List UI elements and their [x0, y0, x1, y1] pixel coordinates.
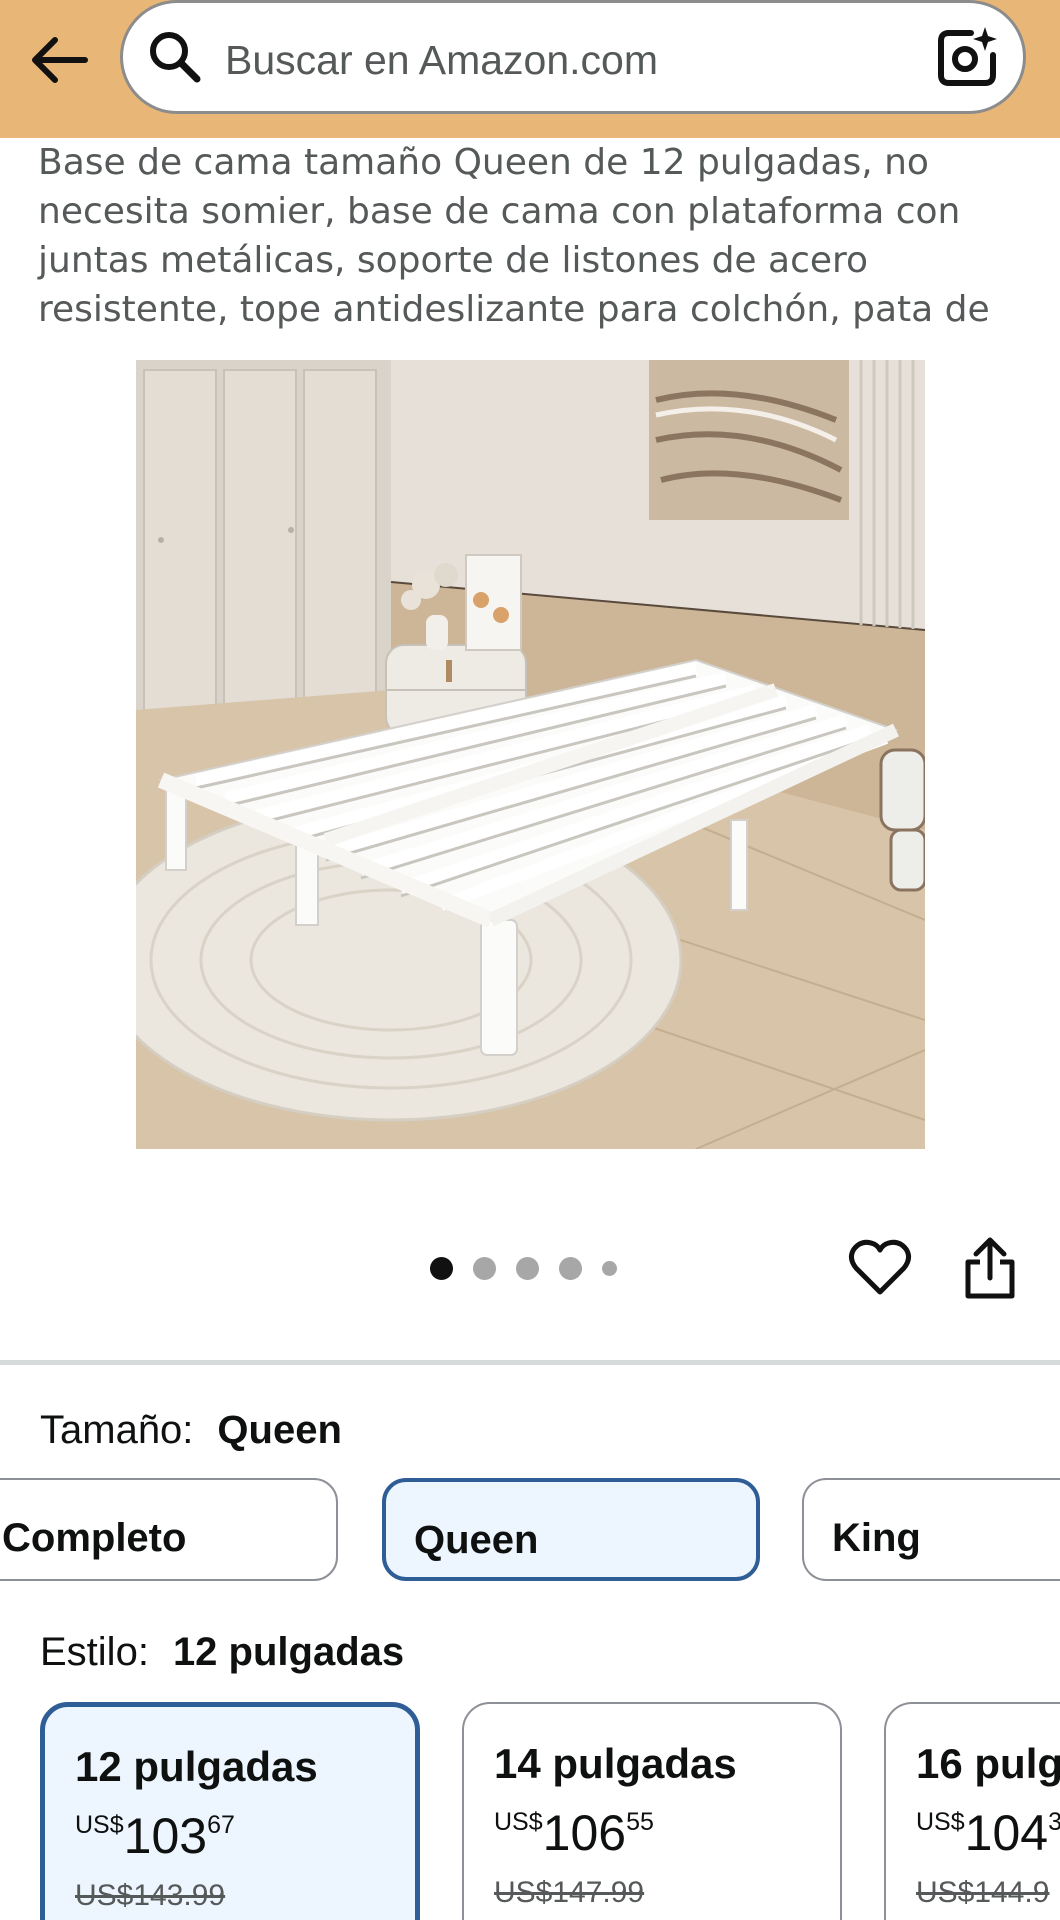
style-option-price: US$1043: [916, 1805, 1060, 1861]
size-label-row: Tamaño: Queen: [40, 1408, 342, 1453]
size-option-completo[interactable]: Completo: [0, 1478, 338, 1581]
search-bar[interactable]: Buscar en Amazon.com: [120, 0, 1026, 114]
carousel-dot[interactable]: [602, 1260, 617, 1276]
share-icon[interactable]: [962, 1236, 1018, 1302]
style-option-list-price: US$144.9: [916, 1876, 1050, 1909]
size-selected-value: Queen: [217, 1408, 342, 1452]
style-option-12[interactable]: 12 pulgadas US$10367 US$143.99: [40, 1702, 420, 1920]
camera-search-icon[interactable]: [935, 25, 1001, 91]
style-option-price: US$10655: [494, 1805, 654, 1861]
product-image[interactable]: [136, 360, 925, 1149]
size-option-label: Completo: [2, 1516, 187, 1560]
style-selected-value: 12 pulgadas: [172, 1630, 405, 1674]
search-input[interactable]: Buscar en Amazon.com: [225, 37, 658, 84]
size-label: Tamaño:: [40, 1408, 194, 1452]
size-option-label: Queen: [414, 1518, 539, 1562]
style-option-name: 12 pulgadas: [75, 1743, 318, 1790]
style-label-row: Estilo: 12 pulgadas: [40, 1630, 404, 1675]
style-option-16[interactable]: 16 pulg US$1043 US$144.9: [884, 1702, 1060, 1920]
size-option-label: King: [832, 1516, 921, 1560]
style-option-name: 16 pulg: [916, 1740, 1060, 1787]
top-header: Buscar en Amazon.com: [0, 0, 1060, 138]
style-option-list-price: US$147.99: [494, 1876, 645, 1909]
search-icon: [147, 29, 203, 85]
size-option-king[interactable]: King: [802, 1478, 1060, 1581]
section-divider: [0, 1360, 1060, 1365]
style-label: Estilo:: [40, 1630, 149, 1674]
carousel-dot[interactable]: [473, 1256, 496, 1280]
style-option-price: US$10367: [75, 1808, 235, 1864]
style-option-name: 14 pulgadas: [494, 1740, 737, 1787]
image-carousel-dots[interactable]: [430, 1253, 617, 1283]
product-title[interactable]: Base de cama tamaño Queen de 12 pulgadas…: [38, 138, 1038, 334]
heart-icon[interactable]: [848, 1236, 912, 1300]
back-arrow-icon[interactable]: [28, 28, 92, 92]
carousel-dot[interactable]: [516, 1256, 539, 1280]
style-option-list-price: US$143.99: [75, 1879, 226, 1912]
carousel-dot[interactable]: [430, 1256, 453, 1280]
style-option-14[interactable]: 14 pulgadas US$10655 US$147.99: [462, 1702, 842, 1920]
carousel-dot[interactable]: [559, 1256, 582, 1280]
size-option-queen[interactable]: Queen: [382, 1478, 760, 1581]
